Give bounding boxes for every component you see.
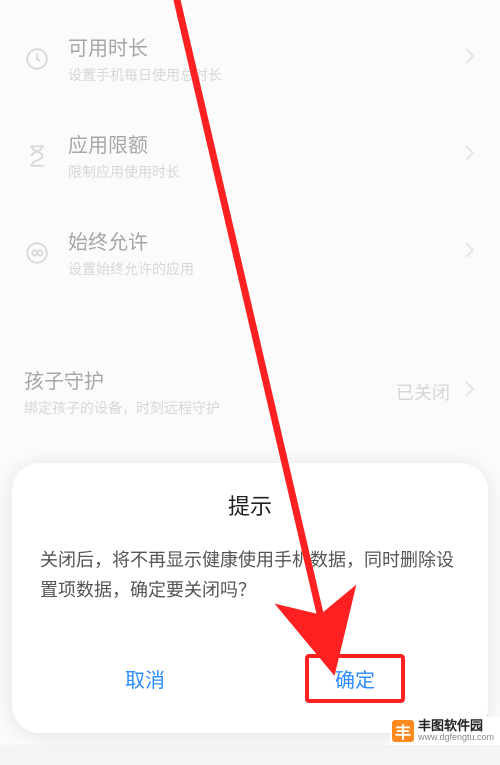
partial-item-sub: 停用期间禁止应用使用 <box>0 0 500 10</box>
guard-status: 已关闭 <box>396 379 450 405</box>
chevron-right-icon <box>462 45 476 72</box>
row-sub: 限制应用使用时长 <box>68 162 462 182</box>
row-available-time[interactable]: 可用时长 设置手机每日使用总时长 <box>0 10 500 107</box>
hourglass-icon <box>24 143 68 169</box>
chevron-right-icon <box>462 239 476 266</box>
row-sub: 设置手机每日使用总时长 <box>68 65 462 85</box>
watermark-url: www.dgfengtu.com <box>418 733 494 743</box>
row-app-limit[interactable]: 应用限额 限制应用使用时长 <box>0 107 500 204</box>
row-title: 应用限额 <box>68 129 462 158</box>
row-title: 孩子守护 <box>24 365 396 394</box>
watermark-name: 丰图软件园 <box>418 719 494 733</box>
cancel-button[interactable]: 取消 <box>40 652 250 705</box>
chevron-right-icon <box>462 142 476 169</box>
row-sub: 设置始终允许的应用 <box>68 259 462 279</box>
watermark: 丰 丰图软件园 www.dgfengtu.com <box>390 717 500 745</box>
dialog-title: 提示 <box>40 489 460 521</box>
confirm-button[interactable]: 确定 <box>250 642 460 715</box>
infinity-icon <box>24 240 68 266</box>
confirm-highlight: 确定 <box>305 654 405 703</box>
confirm-dialog: 提示 关闭后，将不再显示健康使用手机数据，同时删除设置项数据，确定要关闭吗？ 取… <box>0 451 500 745</box>
row-sub: 绑定孩子的设备，时刻远程守护 <box>24 398 396 418</box>
dialog-body: 关闭后，将不再显示健康使用手机数据，同时删除设置项数据，确定要关闭吗？ <box>40 545 460 606</box>
row-title: 可用时长 <box>68 32 462 61</box>
watermark-logo-icon: 丰 <box>392 720 414 742</box>
row-child-guard[interactable]: 孩子守护 绑定孩子的设备，时刻远程守护 已关闭 <box>0 347 500 436</box>
row-title: 始终允许 <box>68 226 462 255</box>
row-always-allow[interactable]: 始终允许 设置始终允许的应用 <box>0 204 500 301</box>
clock-icon <box>24 46 68 72</box>
chevron-right-icon <box>462 378 476 405</box>
